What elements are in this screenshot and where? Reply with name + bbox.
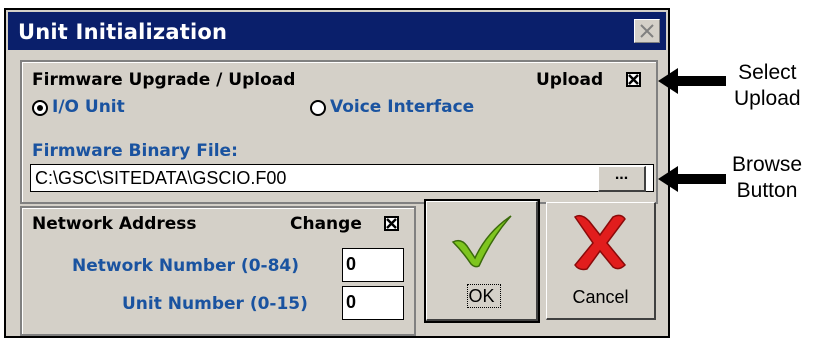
close-x-icon — [640, 24, 654, 38]
arrow-icon — [658, 68, 726, 94]
select-upload-line2: Upload — [734, 87, 801, 110]
browse-button-annotation: Browse Button — [732, 152, 802, 204]
io-unit-radio[interactable] — [32, 100, 48, 116]
arrow-icon — [658, 166, 726, 192]
network-number-label: Network Number (0-84) — [72, 256, 300, 276]
change-checkbox[interactable] — [384, 216, 399, 231]
close-button[interactable] — [634, 19, 660, 43]
voice-interface-radio[interactable] — [310, 100, 326, 116]
cancel-button-label: Cancel — [572, 287, 629, 307]
select-upload-line1: Select — [738, 61, 797, 84]
browse-line1: Browse — [732, 153, 803, 176]
ok-button[interactable]: OK — [424, 199, 540, 323]
network-group-label: Network Address — [32, 214, 197, 234]
network-number-input[interactable]: 0 — [342, 248, 404, 282]
check-x-icon — [386, 218, 397, 229]
firmware-group-label: Firmware Upgrade / Upload — [32, 70, 296, 90]
red-x-icon — [573, 214, 627, 271]
unit-number-label: Unit Number (0-15) — [122, 294, 308, 314]
upload-checkbox[interactable] — [626, 72, 641, 87]
unit-number-input[interactable]: 0 — [342, 286, 404, 320]
select-upload-annotation: Select Upload — [734, 60, 801, 112]
unit-number-value: 0 — [346, 292, 357, 312]
cancel-button[interactable]: Cancel — [546, 202, 656, 320]
green-checkmark-icon — [451, 215, 512, 268]
unit-initialization-dialog: Unit Initialization Firmware Upgrade / U… — [4, 8, 670, 338]
title-bar: Unit Initialization — [8, 12, 666, 50]
browse-line2: Button — [736, 179, 798, 202]
browse-button-label: ... — [614, 166, 629, 183]
check-x-icon — [628, 74, 639, 85]
ok-button-label: OK — [468, 286, 495, 306]
firmware-file-input[interactable]: C:\GSC\SITEDATA\GSCIO.F00 — [30, 164, 654, 192]
voice-interface-label: Voice Interface — [330, 97, 475, 117]
io-unit-label: I/O Unit — [52, 97, 125, 117]
dialog-title: Unit Initialization — [18, 20, 228, 44]
network-number-value: 0 — [346, 254, 357, 274]
change-label: Change — [290, 214, 362, 234]
upload-label: Upload — [536, 70, 604, 90]
browse-button[interactable]: ... — [598, 166, 646, 192]
firmware-file-value: C:\GSC\SITEDATA\GSCIO.F00 — [35, 168, 287, 188]
firmware-file-label: Firmware Binary File: — [32, 141, 238, 161]
